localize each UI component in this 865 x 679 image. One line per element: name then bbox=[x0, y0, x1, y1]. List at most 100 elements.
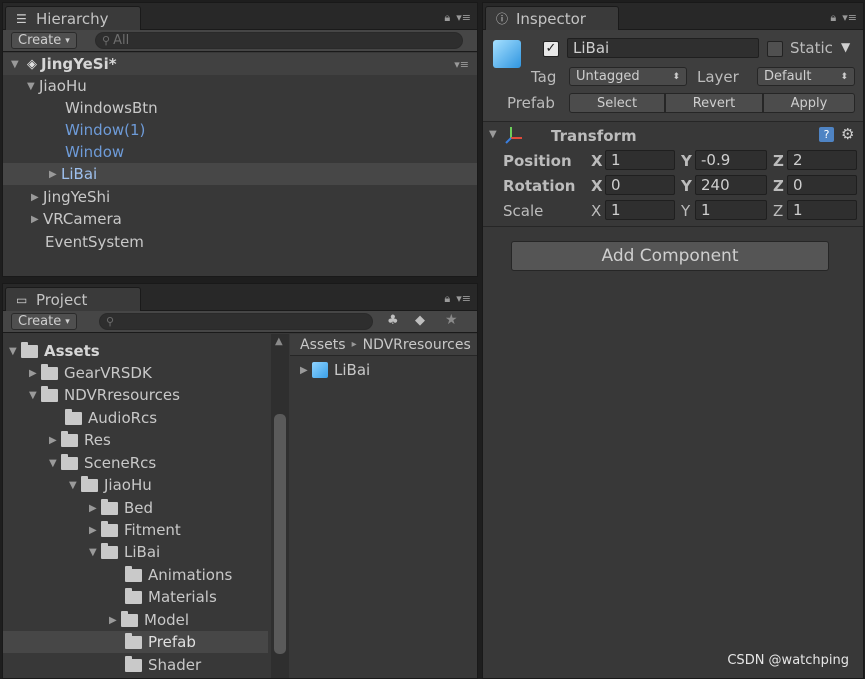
rotation-y-field[interactable]: 240 bbox=[695, 175, 767, 195]
folder-row-gearvrsdk[interactable]: ▶ GearVRSDK bbox=[3, 362, 288, 384]
project-create-button[interactable]: Create ▾ bbox=[11, 313, 77, 330]
tab-project[interactable]: ▭ Project bbox=[5, 287, 141, 311]
expand-arrow-icon[interactable]: ▶ bbox=[89, 503, 101, 514]
project-tab-controls: 🔒︎ ▾≡ bbox=[444, 292, 471, 306]
gameobject-name-input[interactable]: LiBai bbox=[567, 38, 759, 58]
expand-arrow-icon[interactable]: ▼ bbox=[29, 390, 41, 401]
static-dropdown-icon[interactable]: ▼ bbox=[841, 40, 850, 54]
expand-arrow-icon[interactable]: ▼ bbox=[11, 59, 23, 70]
tab-inspector-label: Inspector bbox=[516, 10, 586, 28]
position-z-field[interactable]: 2 bbox=[787, 150, 857, 170]
expand-arrow-icon[interactable]: ▼ bbox=[27, 81, 39, 92]
add-component-button[interactable]: Add Component bbox=[511, 241, 829, 271]
static-checkbox[interactable] bbox=[767, 41, 783, 57]
expand-arrow-icon[interactable]: ▶ bbox=[300, 365, 312, 376]
lock-icon[interactable]: 🔒︎ bbox=[830, 11, 836, 25]
folder-row-res[interactable]: ▶ Res bbox=[3, 429, 288, 451]
scene-menu-icon[interactable]: ▾≡ bbox=[454, 58, 469, 71]
position-x-field[interactable]: 1 bbox=[605, 150, 675, 170]
hierarchy-item-jiaohu[interactable]: ▼ JiaoHu bbox=[3, 75, 477, 97]
inspector-tab-controls: 🔒︎ ▾≡ bbox=[830, 11, 857, 25]
hierarchy-item-label: EventSystem bbox=[45, 233, 144, 251]
tab-inspector[interactable]: ⓘ Inspector bbox=[485, 6, 619, 30]
folder-row-libai[interactable]: ▼ LiBai bbox=[3, 541, 288, 563]
unity-scene-icon: ◈ bbox=[27, 56, 37, 72]
expand-arrow-icon[interactable]: ▼ bbox=[89, 547, 101, 558]
project-panel: ▭ Project 🔒︎ ▾≡ Create ▾ ⚲ ♣ ◆ ★ ▼ Asset… bbox=[2, 283, 478, 679]
tag-dropdown[interactable]: Untagged ⬍ bbox=[569, 67, 687, 86]
expand-arrow-icon[interactable]: ▶ bbox=[109, 615, 121, 626]
expand-arrow-icon[interactable]: ▼ bbox=[49, 458, 61, 469]
tab-menu-icon[interactable]: ▾≡ bbox=[456, 11, 471, 25]
breadcrumb-root[interactable]: Assets bbox=[300, 337, 346, 353]
prefab-select-button[interactable]: Select bbox=[569, 93, 665, 113]
project-search-input[interactable]: ⚲ bbox=[99, 313, 373, 330]
hierarchy-search-input[interactable]: ⚲ All bbox=[95, 32, 463, 49]
hierarchy-item-label: JiaoHu bbox=[39, 77, 87, 95]
hierarchy-item-windowsbtn[interactable]: WindowsBtn bbox=[3, 97, 477, 119]
scale-x-field[interactable]: 1 bbox=[605, 200, 675, 220]
hierarchy-item-libai[interactable]: ▶ LiBai bbox=[3, 163, 477, 185]
expand-arrow-icon[interactable]: ▶ bbox=[49, 435, 61, 446]
gear-icon[interactable]: ⚙ bbox=[841, 125, 854, 143]
expand-arrow-icon[interactable]: ▶ bbox=[31, 214, 43, 225]
folder-label: Res bbox=[84, 431, 111, 449]
layer-dropdown[interactable]: Default ⬍ bbox=[757, 67, 855, 86]
scale-y-field[interactable]: 1 bbox=[695, 200, 767, 220]
folder-row-bed[interactable]: ▶ Bed bbox=[3, 497, 288, 519]
folder-label: GearVRSDK bbox=[64, 364, 152, 382]
prefab-revert-button[interactable]: Revert bbox=[665, 93, 763, 113]
folder-tree-scroll-thumb[interactable] bbox=[274, 414, 286, 654]
filter-by-label-icon[interactable]: ◆ bbox=[415, 313, 425, 328]
folder-row-prefab[interactable]: Prefab bbox=[3, 631, 268, 653]
hierarchy-item-window-1[interactable]: Window(1) bbox=[3, 119, 477, 141]
collapse-arrow-icon[interactable]: ▼ bbox=[489, 129, 497, 140]
lock-icon[interactable]: 🔒︎ bbox=[444, 292, 450, 306]
breadcrumb-sub[interactable]: NDVRresources bbox=[363, 337, 471, 353]
hierarchy-create-button[interactable]: Create ▾ bbox=[11, 32, 77, 49]
lock-icon[interactable]: 🔒︎ bbox=[444, 11, 450, 25]
hierarchy-item-jingyeshi[interactable]: ▶ JingYeShi bbox=[3, 186, 477, 208]
scroll-up-icon[interactable]: ▲ bbox=[275, 336, 283, 347]
position-y-field[interactable]: -0.9 bbox=[695, 150, 767, 170]
tab-menu-icon[interactable]: ▾≡ bbox=[842, 11, 857, 25]
folder-row-materials[interactable]: Materials bbox=[3, 586, 288, 608]
folder-row-model[interactable]: ▶ Model bbox=[3, 609, 288, 631]
help-book-icon[interactable]: ? bbox=[819, 127, 834, 142]
folder-row-shader[interactable]: Shader bbox=[3, 654, 288, 676]
expand-arrow-icon[interactable]: ▶ bbox=[49, 169, 61, 180]
asset-item-libai[interactable]: ▶ LiBai bbox=[290, 359, 477, 381]
filter-by-type-icon[interactable]: ♣ bbox=[387, 313, 399, 328]
folder-tree-scrollbar[interactable]: ▲ bbox=[271, 334, 289, 678]
scene-name: JingYeSi* bbox=[41, 55, 117, 73]
search-icon: ⚲ bbox=[106, 315, 115, 328]
folder-icon bbox=[101, 520, 118, 537]
expand-arrow-icon[interactable]: ▼ bbox=[69, 480, 81, 491]
hierarchy-item-eventsystem[interactable]: EventSystem bbox=[3, 231, 477, 253]
folder-row-ndvrresources[interactable]: ▼ NDVRresources bbox=[3, 384, 288, 406]
folder-icon bbox=[125, 632, 142, 649]
expand-arrow-icon[interactable]: ▶ bbox=[31, 192, 43, 203]
tab-menu-icon[interactable]: ▾≡ bbox=[456, 292, 471, 306]
folder-row-fitment[interactable]: ▶ Fitment bbox=[3, 519, 288, 541]
scale-z-field[interactable]: 1 bbox=[787, 200, 857, 220]
expand-arrow-icon[interactable]: ▼ bbox=[9, 346, 21, 357]
hierarchy-item-label: WindowsBtn bbox=[65, 99, 158, 117]
scene-row[interactable]: ▼ ◈ JingYeSi* ▾≡ bbox=[3, 53, 477, 75]
favorites-star-icon[interactable]: ★ bbox=[445, 312, 458, 328]
folder-row-audiorcs[interactable]: AudioRcs bbox=[3, 407, 288, 429]
expand-arrow-icon[interactable]: ▶ bbox=[29, 368, 41, 379]
transform-header[interactable]: ▼ Transform ? ⚙ bbox=[483, 123, 863, 149]
folder-row-jiaohu[interactable]: ▼ JiaoHu bbox=[3, 474, 288, 496]
expand-arrow-icon[interactable]: ▶ bbox=[89, 525, 101, 536]
folder-row-scenercs[interactable]: ▼ SceneRcs bbox=[3, 452, 288, 474]
rotation-x-field[interactable]: 0 bbox=[605, 175, 675, 195]
hierarchy-item-vrcamera[interactable]: ▶ VRCamera bbox=[3, 208, 477, 230]
active-checkbox[interactable]: ✓ bbox=[543, 41, 559, 57]
tab-hierarchy[interactable]: ☰ Hierarchy bbox=[5, 6, 141, 30]
folder-row-animations[interactable]: Animations bbox=[3, 564, 288, 586]
folder-row-assets[interactable]: ▼ Assets bbox=[3, 340, 288, 362]
prefab-apply-button[interactable]: Apply bbox=[763, 93, 855, 113]
rotation-z-field[interactable]: 0 bbox=[787, 175, 857, 195]
hierarchy-item-window[interactable]: Window bbox=[3, 141, 477, 163]
